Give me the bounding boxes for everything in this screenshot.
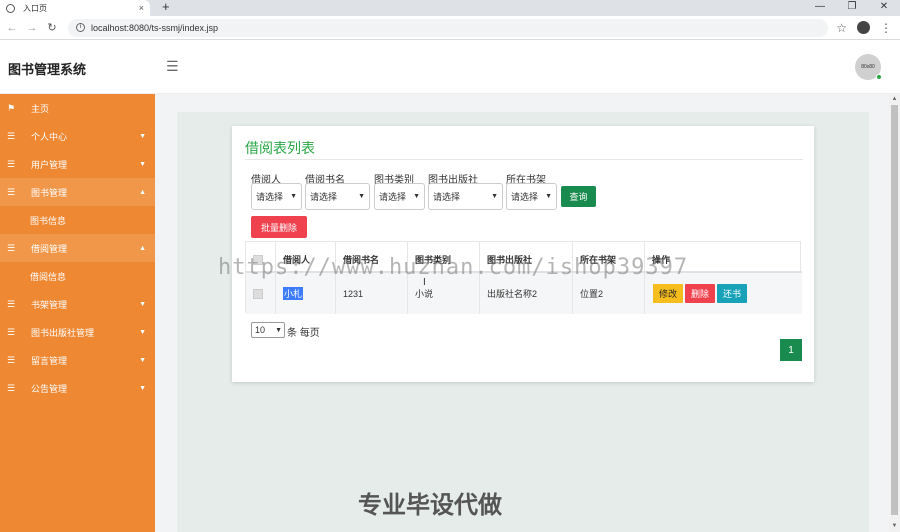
book-select[interactable]: 请选择 ▼ [305,183,370,210]
caret-down-icon: ▼ [139,384,146,392]
bookmark-star-icon[interactable]: ☆ [836,21,847,35]
sidebar-item-label: 用户管理 [31,159,68,170]
page-title: 借阅表列表 [245,140,315,156]
borrow-list-card: 借阅表列表 借阅人 借阅书名 图书类别 图书出版社 所在书架 请选择 ▼ 请选择 ▼… [232,126,814,382]
select-value: 请选择 [256,192,284,202]
list-icon: ☰ [7,186,16,197]
selected-text: 小札 [283,287,304,300]
scroll-thumb[interactable] [891,105,898,515]
chevron-down-icon: ▼ [491,193,498,200]
caret-down-icon: ▼ [139,328,146,336]
select-value: 请选择 [433,192,461,202]
close-window-button[interactable]: ✕ [868,0,900,16]
list-icon: ☰ [7,158,16,169]
url-text[interactable]: localhost:8080/ts-ssmj/index.jsp [91,23,218,33]
sidebar-item-home[interactable]: ⚑ 主页 [0,94,155,122]
list-icon: ☰ [7,298,16,309]
sidebar-subitem-book-info[interactable]: 图书信息 [0,206,155,234]
sidebar-item-label: 主页 [31,103,50,114]
browser-toolbar: ← → ↻ i localhost:8080/ts-ssmj/index.jsp… [0,16,900,40]
page-size-select[interactable]: 10 ▼ [251,322,285,338]
publisher-select[interactable]: 请选择 ▼ [428,183,503,210]
sidebar: ⚑ 主页 ☰ 个人中心 ▼ ☰ 用户管理 ▼ ☰ 图书管理 ▲ 图书信息 ☰ 借… [0,94,155,532]
browser-tabbar: 入口页 × + — ❐ ✕ [0,0,900,16]
sidebar-item-books[interactable]: ☰ 图书管理 ▲ [0,178,155,206]
new-tab-button[interactable]: + [162,0,170,14]
sidebar-item-users[interactable]: ☰ 用户管理 ▼ [0,150,155,178]
profile-icon[interactable] [857,21,870,34]
browser-tab[interactable]: 入口页 × [0,0,150,16]
sidebar-item-label: 公告管理 [31,383,68,394]
info-icon[interactable]: i [76,23,85,32]
sidebar-item-shelves[interactable]: ☰ 书架管理 ▼ [0,290,155,318]
vertical-scrollbar[interactable]: ▲ ▼ [889,94,900,532]
page-size-value: 10 [255,325,266,335]
batch-delete-button[interactable]: 批量删除 [251,216,307,238]
chevron-down-icon: ▼ [275,326,282,334]
delete-button[interactable]: 删除 [685,284,715,303]
reload-icon[interactable]: ↻ [44,21,60,34]
tab-close-icon[interactable]: × [139,3,144,13]
window-controls: — ❐ ✕ [804,0,900,16]
sidebar-item-label: 书架管理 [31,299,68,310]
scroll-up-icon[interactable]: ▲ [889,94,900,105]
caret-down-icon: ▼ [139,160,146,168]
category-select[interactable]: 请选择 ▼ [374,183,425,210]
sidebar-item-label: 借阅管理 [31,243,68,254]
globe-icon [6,3,15,13]
query-button[interactable]: 查询 [561,186,596,207]
minimize-button[interactable]: — [804,0,836,16]
select-value: 请选择 [379,192,407,202]
chevron-down-icon: ▼ [290,193,297,200]
sidebar-item-label: 图书管理 [31,187,68,198]
flag-icon: ⚑ [7,102,16,113]
sidebar-item-label: 图书出版社管理 [31,327,95,338]
sidebar-item-profile[interactable]: ☰ 个人中心 ▼ [0,122,155,150]
sidebar-item-messages[interactable]: ☰ 留言管理 ▼ [0,346,155,374]
list-icon: ☰ [7,382,16,393]
page-size-label: 条 每页 [287,328,320,339]
select-value: 请选择 [511,192,539,202]
caret-down-icon: ▼ [139,356,146,364]
sidebar-item-label: 个人中心 [31,131,68,142]
sidebar-item-announcements[interactable]: ☰ 公告管理 ▼ [0,374,155,402]
back-icon[interactable]: ← [4,22,20,34]
chevron-down-icon: ▼ [358,193,365,200]
caret-up-icon: ▲ [139,244,146,252]
browser-menu-icon[interactable]: ⋮ [880,21,892,35]
list-icon: ☰ [7,326,16,337]
select-value: 请选择 [310,192,338,202]
chevron-down-icon: ▼ [413,193,420,200]
caret-up-icon: ▲ [139,188,146,196]
restore-button[interactable]: ❐ [836,0,868,16]
edit-button[interactable]: 修改 [653,284,683,303]
sidebar-item-publishers[interactable]: ☰ 图书出版社管理 ▼ [0,318,155,346]
list-icon: ☰ [7,242,16,253]
tab-title: 入口页 [23,3,47,13]
sidebar-subitem-borrow-info[interactable]: 借阅信息 [0,262,155,290]
watermark-text: https://www.huzhan.com/ishop39397 [218,255,689,280]
borrower-select[interactable]: 请选择 ▼ [251,183,302,210]
list-icon: ☰ [7,130,16,141]
caret-down-icon: ▼ [139,300,146,308]
caret-down-icon: ▼ [139,132,146,140]
sidebar-item-label: 留言管理 [31,355,68,366]
shelf-select[interactable]: 请选择 ▼ [506,183,557,210]
online-status-icon [876,74,882,80]
address-bar[interactable]: i localhost:8080/ts-ssmj/index.jsp [68,18,828,37]
chevron-down-icon: ▼ [545,193,552,200]
title-divider [245,159,803,160]
sidebar-item-borrow[interactable]: ☰ 借阅管理 ▲ [0,234,155,262]
hamburger-icon[interactable]: ☰ [166,58,179,75]
site-brand: 图书管理系统 [8,62,87,77]
list-icon: ☰ [7,354,16,365]
page-1-button[interactable]: 1 [780,339,802,361]
app-header: 图书管理系统 ☰ 80x80 [0,40,900,94]
forward-icon[interactable]: → [24,22,40,34]
scroll-down-icon[interactable]: ▼ [889,521,900,532]
return-book-button[interactable]: 还书 [717,284,747,303]
row-checkbox[interactable] [253,288,263,299]
promo-text: 专业毕设代做 [358,492,502,519]
